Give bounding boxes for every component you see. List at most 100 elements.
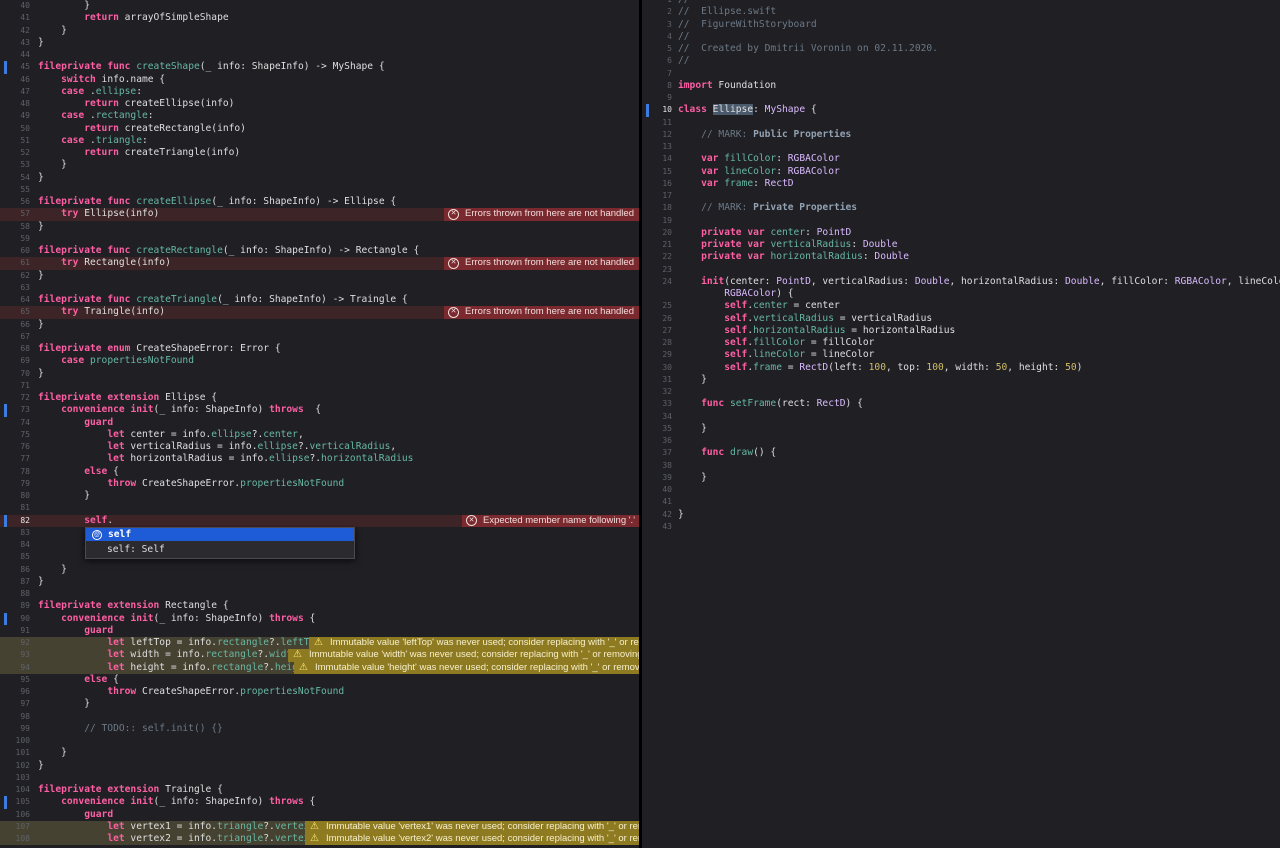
- code-line[interactable]: 51 case .triangle:: [0, 135, 639, 147]
- code-line[interactable]: 34: [642, 411, 1280, 423]
- code-line[interactable]: 75 let center = info.ellipse?.center,: [0, 429, 639, 441]
- code-line[interactable]: 7: [642, 68, 1280, 80]
- code-line[interactable]: 76 let verticalRadius = info.ellipse?.ve…: [0, 441, 639, 453]
- code-line[interactable]: 64 fileprivate func createTriangle(_ info…: [0, 294, 639, 306]
- code-line[interactable]: 70}: [0, 368, 639, 380]
- code-line[interactable]: 104 fileprivate extension Traingle {: [0, 784, 639, 796]
- code-line[interactable]: 29 self.lineColor = lineColor: [642, 349, 1280, 361]
- code-line[interactable]: 38: [642, 460, 1280, 472]
- code-line[interactable]: 95 else {: [0, 674, 639, 686]
- code-line[interactable]: 102}: [0, 760, 639, 772]
- code-line[interactable]: 49 case .rectangle:: [0, 110, 639, 122]
- code-line[interactable]: 56 fileprivate func createEllipse(_ info:…: [0, 196, 639, 208]
- code-line[interactable]: 43: [642, 521, 1280, 533]
- code-line[interactable]: 50 return createRectangle(info): [0, 123, 639, 135]
- code-line[interactable]: 106 guard: [0, 809, 639, 821]
- code-line[interactable]: 78 else {: [0, 466, 639, 478]
- code-line[interactable]: 6 //: [642, 55, 1280, 67]
- code-line[interactable]: 22 private var horizontalRadius: Double: [642, 251, 1280, 263]
- left-editor-pane[interactable]: 40 } 41 return arrayOfSimpleShape 42 } 43} 4…: [0, 0, 639, 848]
- code-line[interactable]: 15 var lineColor: RGBAColor: [642, 166, 1280, 178]
- code-line[interactable]: 101 }: [0, 747, 639, 759]
- code-line[interactable]: 62}: [0, 270, 639, 282]
- code-line[interactable]: 41 return arrayOfSimpleShape: [0, 12, 639, 24]
- warning-annotation[interactable]: ⚠ Immutable value 'vertex1' was never use…: [305, 820, 639, 833]
- code-line[interactable]: 40 }: [0, 0, 639, 12]
- code-line[interactable]: 40: [642, 484, 1280, 496]
- code-line[interactable]: 28 self.fillColor = fillColor: [642, 337, 1280, 349]
- code-line[interactable]: 105 convenience init(_ info: ShapeInfo) …: [0, 796, 639, 809]
- code-line[interactable]: 37 func draw() {: [642, 447, 1280, 459]
- code-line[interactable]: 46 switch info.name {: [0, 74, 639, 86]
- code-line[interactable]: 18 // MARK: Private Properties: [642, 202, 1280, 214]
- error-annotation[interactable]: ✕ Expected member name following '.': [462, 514, 639, 527]
- code-line[interactable]: 2 // Ellipse.swift: [642, 6, 1280, 18]
- code-line[interactable]: 97 }: [0, 698, 639, 710]
- code-line[interactable]: 93 let width = info.rectangle?.width,⚠ Im…: [0, 649, 639, 662]
- error-annotation[interactable]: ✕ Errors thrown from here are not handled: [444, 208, 639, 221]
- code-line[interactable]: 92 let leftTop = info.rectangle?.leftTop…: [0, 637, 639, 650]
- code-line[interactable]: 44: [0, 49, 639, 61]
- code-line[interactable]: 67: [0, 331, 639, 343]
- code-line[interactable]: 35 }: [642, 423, 1280, 435]
- warning-annotation[interactable]: ⚠ Immutable value 'leftTop' was never use…: [309, 637, 639, 650]
- code-line[interactable]: 26 self.verticalRadius = verticalRadius: [642, 313, 1280, 325]
- code-line[interactable]: 32: [642, 386, 1280, 398]
- code-line[interactable]: 48 return createEllipse(info): [0, 98, 639, 110]
- code-line[interactable]: 100: [0, 735, 639, 747]
- code-line[interactable]: 42 }: [0, 25, 639, 37]
- code-line[interactable]: 107 let vertex1 = info.triangle?.vertex1…: [0, 820, 639, 833]
- code-line[interactable]: 88: [0, 588, 639, 600]
- code-line[interactable]: 20 private var center: PointD: [642, 227, 1280, 239]
- code-line[interactable]: 61 try Rectangle(info) ✕ Errors thrown fro…: [0, 257, 639, 270]
- code-line[interactable]: 54}: [0, 172, 639, 184]
- code-line[interactable]: 3 // FigureWithStoryboard: [642, 19, 1280, 31]
- code-line[interactable]: 11: [642, 117, 1280, 129]
- code-line[interactable]: 27 self.horizontalRadius = horizontalRad…: [642, 325, 1280, 337]
- code-line[interactable]: 89 fileprivate extension Rectangle {: [0, 600, 639, 612]
- code-line[interactable]: 58}: [0, 221, 639, 233]
- code-line[interactable]: 81: [0, 502, 639, 514]
- code-line[interactable]: 47 case .ellipse:: [0, 86, 639, 98]
- code-line[interactable]: 13: [642, 141, 1280, 153]
- code-line[interactable]: 79 throw CreateShapeError.propertiesNotF…: [0, 478, 639, 490]
- code-line[interactable]: 12 // MARK: Public Properties: [642, 129, 1280, 141]
- code-line[interactable]: 57 try Ellipse(info) ✕ Errors thrown from …: [0, 208, 639, 221]
- code-line[interactable]: 39 }: [642, 472, 1280, 484]
- code-line[interactable]: 80 }: [0, 490, 639, 502]
- code-line[interactable]: 16 var frame: RectD: [642, 178, 1280, 190]
- error-annotation[interactable]: ✕ Errors thrown from here are not handled: [444, 257, 639, 270]
- code-line[interactable]: 36: [642, 435, 1280, 447]
- code-line[interactable]: 99 // TODO:: self.init() {}: [0, 723, 639, 735]
- code-line[interactable]: 72 fileprivate extension Ellipse {: [0, 392, 639, 404]
- warning-annotation[interactable]: ⚠ Immutable value 'height' was never used…: [294, 661, 639, 674]
- code-line[interactable]: 33 func setFrame(rect: RectD) {: [642, 398, 1280, 410]
- code-line[interactable]: 77 let horizontalRadius = info.ellipse?.…: [0, 453, 639, 465]
- code-line[interactable]: 68 fileprivate enum CreateShapeError: Err…: [0, 343, 639, 355]
- code-line[interactable]: 5 // Created by Dmitrii Voronin on 02.11.…: [642, 43, 1280, 55]
- code-line[interactable]: 24 init(center: PointD, verticalRadius: …: [642, 276, 1280, 288]
- code-line[interactable]: 53 }: [0, 159, 639, 171]
- code-line[interactable]: 8 import Foundation: [642, 80, 1280, 92]
- code-line[interactable]: 4 //: [642, 31, 1280, 43]
- code-line[interactable]: 43}: [0, 37, 639, 49]
- code-line[interactable]: 23: [642, 264, 1280, 276]
- code-line[interactable]: 66}: [0, 319, 639, 331]
- code-line[interactable]: 91 guard: [0, 625, 639, 637]
- autocomplete-item-selected[interactable]: @ self: [86, 528, 354, 541]
- code-line[interactable]: 82 self. ✕ Expected member name following …: [0, 514, 639, 527]
- code-line[interactable]: 30 self.frame = RectD(left: 100, top: 10…: [642, 362, 1280, 374]
- autocomplete-popup[interactable]: @ self self: Self: [85, 527, 355, 559]
- code-line[interactable]: 41: [642, 496, 1280, 508]
- code-line[interactable]: 103: [0, 772, 639, 784]
- error-annotation[interactable]: ✕ Errors thrown from here are not handled: [444, 306, 639, 319]
- code-line[interactable]: 69 case propertiesNotFound: [0, 355, 639, 367]
- code-line[interactable]: 10 class Ellipse: MyShape {: [642, 104, 1280, 117]
- code-line[interactable]: 87}: [0, 576, 639, 588]
- code-line[interactable]: 65 try Traingle(info) ✕ Errors thrown from…: [0, 306, 639, 319]
- code-line[interactable]: 19: [642, 215, 1280, 227]
- code-line[interactable]: 21 private var verticalRadius: Double: [642, 239, 1280, 251]
- code-line[interactable]: 86 }: [0, 564, 639, 576]
- code-line[interactable]: 96 throw CreateShapeError.propertiesNotF…: [0, 686, 639, 698]
- code-line[interactable]: 9: [642, 92, 1280, 104]
